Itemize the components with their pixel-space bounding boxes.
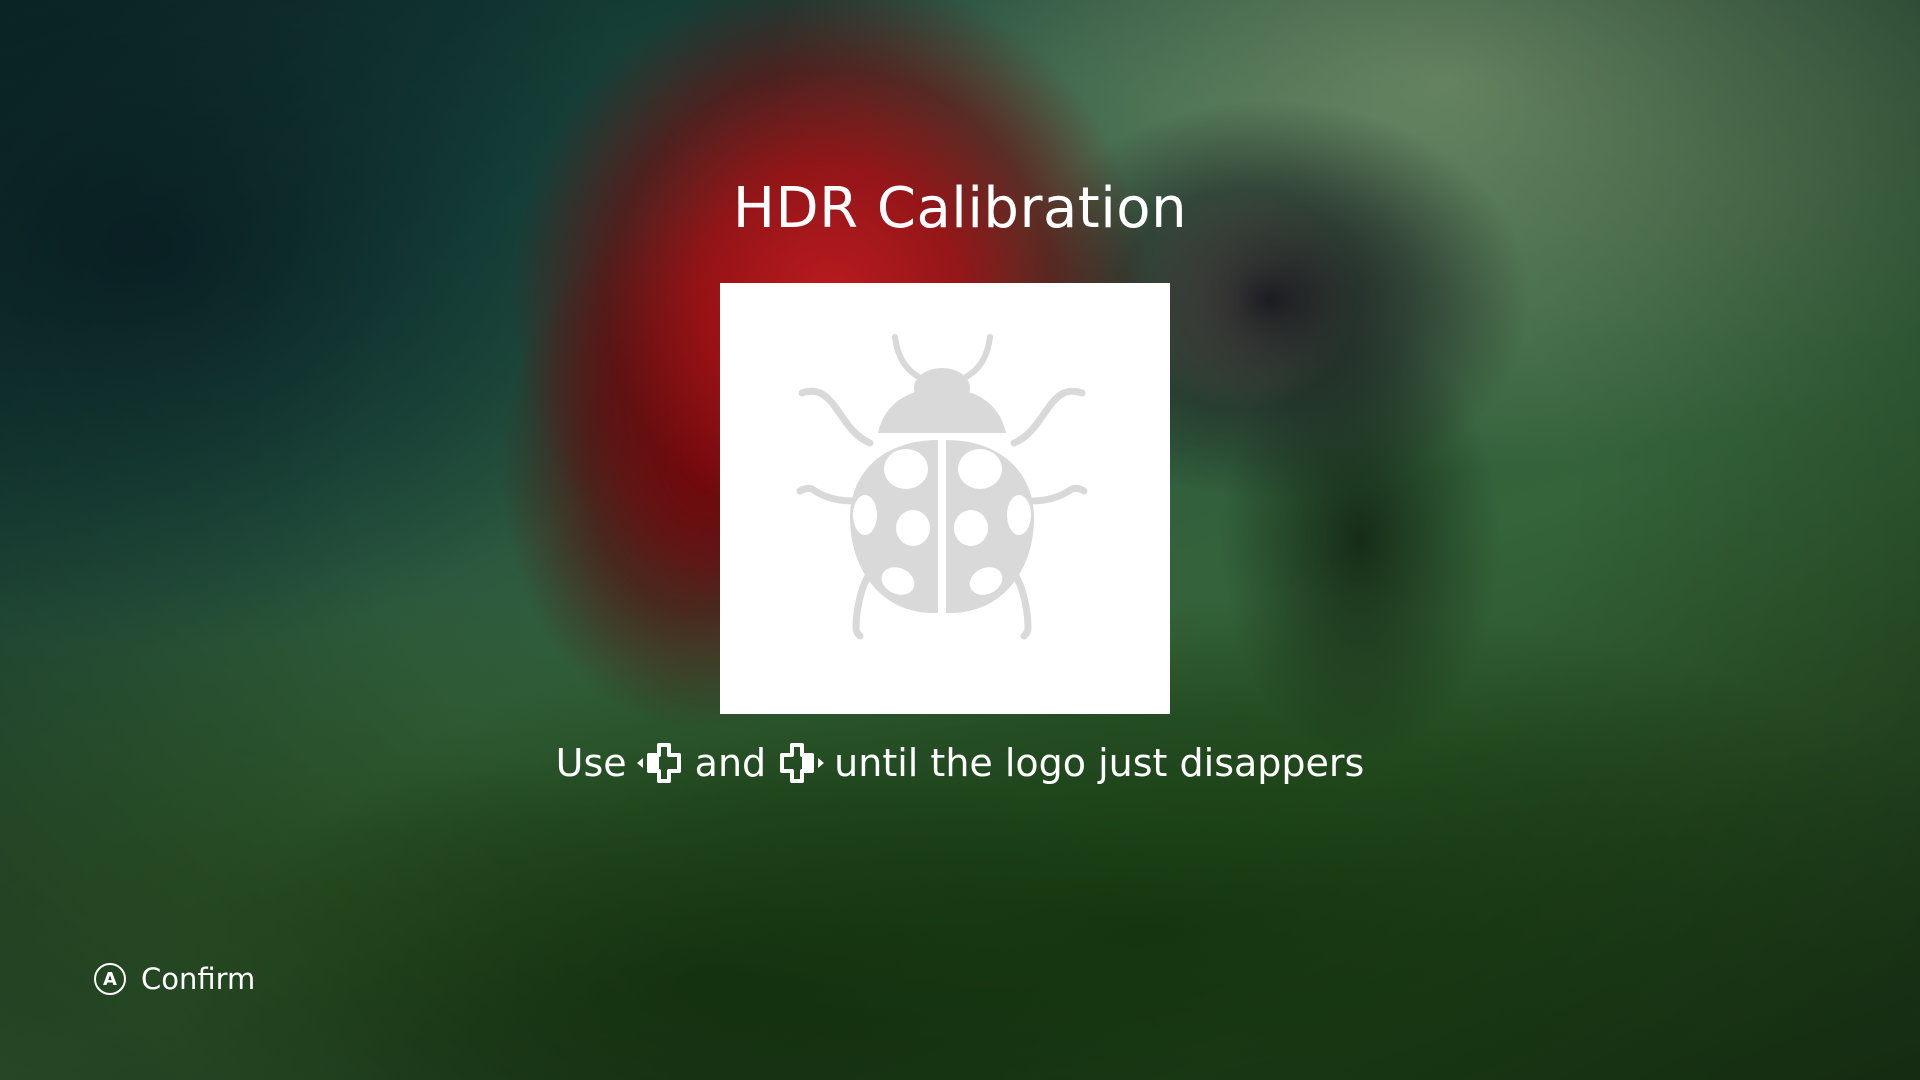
instruction-prefix: Use [555,741,627,785]
dpad-left-icon [635,741,687,785]
a-button-icon: A [94,963,126,995]
page-title: HDR Calibration [732,176,1188,241]
calibration-pattern-box [720,283,1170,714]
confirm-label: Confirm [141,962,256,996]
ladybug-icon [796,334,1088,640]
hdr-calibration-screen: HDR Calibration Use and until the logo j… [0,0,1920,1080]
confirm-button[interactable]: A Confirm [94,962,255,996]
instruction-middle: and [694,741,767,785]
instruction-suffix: until the logo just disappers [834,741,1365,785]
calibration-instruction: Use and until the logo just disappers [0,741,1920,785]
dpad-right-icon [774,741,826,785]
